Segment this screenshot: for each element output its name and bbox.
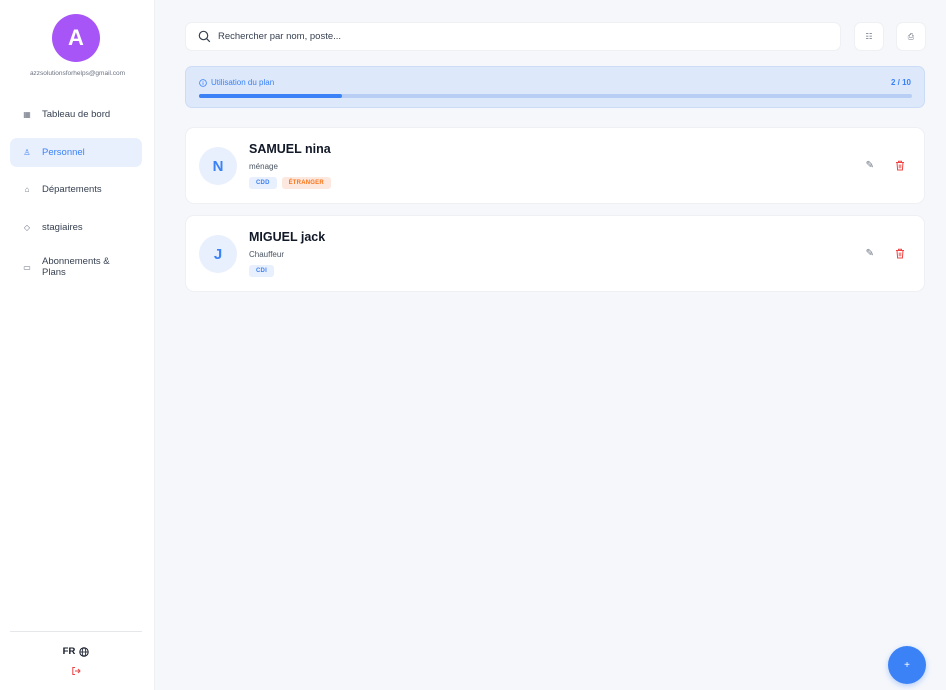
contract-badge: CDI	[249, 265, 274, 277]
plan-usage-label: Utilisation du plan	[211, 78, 275, 87]
logout-icon	[72, 667, 81, 675]
nationality-badge: ÉTRANGER	[281, 177, 331, 189]
employee-tags: CDI	[249, 265, 274, 277]
sidebar-item-personnel[interactable]: ♙ Personnel	[10, 137, 142, 167]
plan-usage-panel: Utilisation du plan 2 / 10	[185, 66, 925, 108]
plan-usage-count: 2 / 10	[890, 78, 911, 87]
edit-button[interactable]: ✎	[866, 160, 874, 171]
edit-button[interactable]: ✎	[866, 248, 874, 259]
sidebar-nav: ▦ Tableau de bord ♙ Personnel ⌂ Départem…	[10, 100, 142, 293]
sidebar-footer: FR	[10, 631, 142, 676]
trash-icon[interactable]	[895, 160, 905, 171]
contract-badge: CDD	[249, 177, 277, 189]
sidebar-item-departments[interactable]: ⌂ Départements	[10, 175, 142, 204]
graduation-cap-icon: ◇	[23, 222, 31, 232]
filter-button[interactable]: ☷	[854, 22, 884, 51]
logout-button[interactable]	[10, 666, 142, 676]
sidebar: A azzsolutionsforhelps@gmail.com ▦ Table…	[0, 0, 155, 690]
language-switcher[interactable]: FR	[10, 646, 142, 657]
employee-role: ménage	[249, 162, 278, 171]
plan-usage-title: Utilisation du plan	[199, 78, 274, 87]
add-employee-button[interactable]: +	[888, 646, 926, 684]
employee-role: Chauffeur	[249, 250, 284, 259]
sidebar-item-label: stagiaires	[42, 221, 83, 233]
search-input[interactable]	[218, 31, 818, 42]
user-email: azzsolutionsforhelps@gmail.com	[29, 70, 126, 77]
sidebar-item-label: Personnel	[42, 146, 85, 158]
user-avatar[interactable]: A	[52, 14, 100, 62]
sidebar-item-label: Tableau de bord	[42, 109, 111, 120]
grid-icon: ▦	[23, 110, 31, 119]
employee-tags: CDD ÉTRANGER	[249, 177, 331, 189]
pencil-icon: ✎	[865, 248, 874, 259]
globe-icon	[79, 646, 90, 657]
employee-avatar: N	[199, 147, 237, 185]
plan-usage-progress-fill	[199, 94, 342, 98]
language-label: FR	[62, 646, 76, 657]
sidebar-item-dashboard[interactable]: ▦ Tableau de bord	[10, 100, 142, 129]
employee-name: MIGUEL jack	[249, 230, 326, 244]
sidebar-item-label: Départements	[42, 184, 102, 195]
search-icon	[198, 30, 211, 43]
plus-icon: +	[904, 659, 910, 671]
trash-icon[interactable]	[895, 248, 905, 259]
search-bar	[185, 22, 841, 51]
print-icon: ⎙	[907, 31, 915, 41]
users-icon: ♙	[23, 147, 31, 157]
employee-card[interactable]: N SAMUEL nina ménage CDD ÉTRANGER ✎	[185, 127, 925, 204]
employee-name: SAMUEL nina	[249, 142, 331, 156]
filter-icon: ☷	[865, 32, 873, 41]
building-icon: ⌂	[24, 185, 30, 194]
sidebar-item-subscriptions[interactable]: ▭ Abonnements & Plans	[10, 250, 142, 284]
pencil-icon: ✎	[865, 160, 874, 171]
card-icon: ▭	[23, 262, 31, 272]
info-icon	[199, 78, 207, 87]
sidebar-item-interns[interactable]: ◇ stagiaires	[10, 213, 142, 242]
employee-avatar: J	[199, 235, 237, 273]
plan-usage-progress	[199, 94, 912, 98]
employee-card[interactable]: J MIGUEL jack Chauffeur CDI ✎	[185, 215, 925, 292]
sidebar-item-label: Abonnements & Plans	[42, 256, 110, 278]
print-button[interactable]: ⎙	[896, 22, 926, 51]
